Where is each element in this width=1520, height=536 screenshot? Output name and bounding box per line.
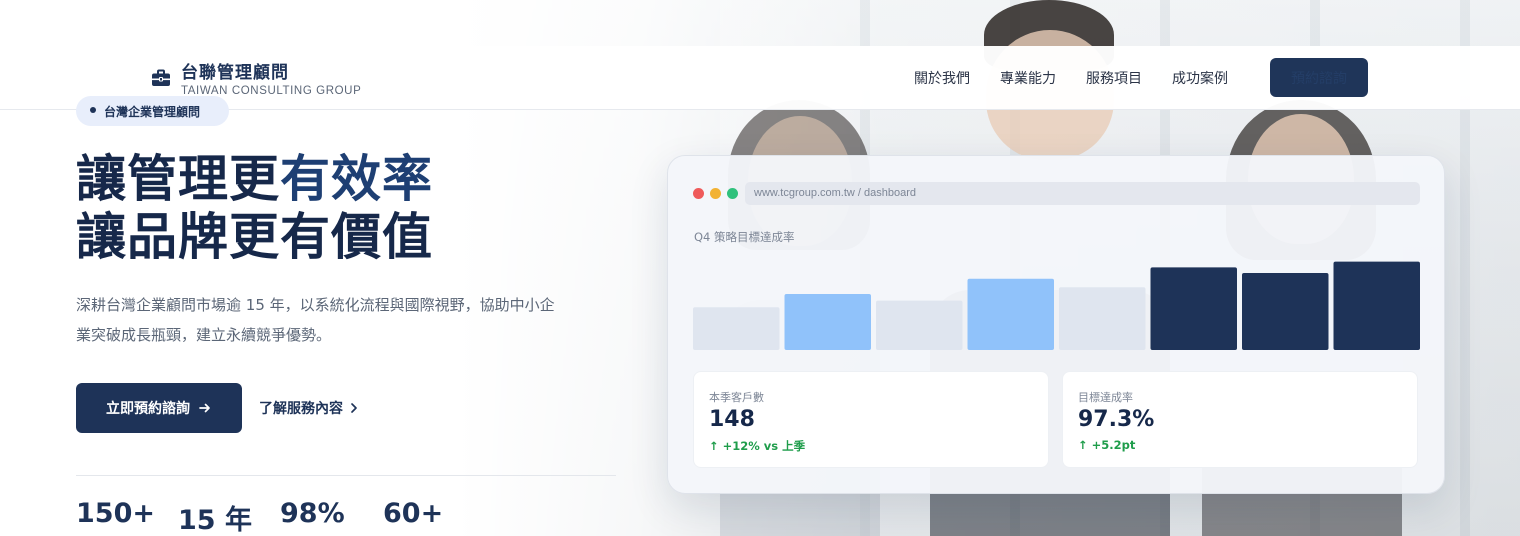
kpi-value: 97.3% [1078, 407, 1155, 432]
stat-industries: 60+ [383, 498, 444, 529]
brand-title: 台聯管理顧問 [181, 63, 289, 83]
hero-description: 深耕台灣企業顧問市場逾 15 年，以系統化流程與國際視野，協助中小企業突破成長瓶… [76, 296, 555, 344]
kpi-value: 148 [709, 407, 755, 432]
kpi-change: ↑ +5.2pt [1078, 438, 1136, 452]
headline-line-1-highlight: 有效率 [280, 150, 433, 208]
headline-line-1: 讓管理更有效率 [76, 150, 433, 208]
chart-bar-6 [1150, 267, 1237, 350]
dashboard-preview-card: www.tcgroup.com.tw / dashboard Q4 策略目標達成… [667, 155, 1445, 494]
nav-link-expertise[interactable]: 專業能力 [1000, 68, 1056, 88]
bar-chart [693, 261, 1420, 350]
nav-link-about[interactable]: 關於我們 [914, 68, 970, 88]
hero-tag-label: 台灣企業管理顧問 [104, 105, 201, 119]
window-close-dot-icon [693, 188, 704, 199]
nav-link-services[interactable]: 服務項目 [1086, 68, 1142, 88]
kpi-label: 本季客戶數 [709, 391, 764, 404]
nav-link-cases[interactable]: 成功案例 [1172, 68, 1228, 88]
learn-services-label: 了解服務內容 [259, 401, 343, 417]
kpi-change: ↑ +12% vs 上季 [709, 439, 806, 453]
nav-book-consultation-button[interactable]: 預約諮詢 [1270, 58, 1368, 97]
briefcase-icon [152, 69, 170, 86]
hero-tag-badge: 台灣企業管理顧問 [76, 96, 229, 126]
window-minimize-dot-icon [710, 188, 721, 199]
learn-services-link[interactable]: 了解服務內容 [259, 398, 359, 418]
chart-title: Q4 策略目標達成率 [694, 230, 795, 244]
hero-headline: 讓管理更有效率 讓品牌更有價值 [76, 150, 433, 266]
kpi-label: 目標達成率 [1078, 391, 1133, 404]
headline-line-2: 讓品牌更有價值 [76, 208, 433, 266]
chart-bar-1 [693, 307, 780, 350]
chevron-right-icon [351, 403, 357, 413]
stat-satisfaction: 98% [280, 498, 345, 529]
kpi-card-clients: 本季客戶數 148 ↑ +12% vs 上季 [693, 371, 1049, 468]
window-controls [693, 188, 738, 199]
chart-bar-7 [1242, 273, 1329, 350]
stats-divider [76, 475, 616, 476]
book-consultation-label: 立即預約諮詢 [106, 401, 190, 417]
tag-dot-icon [90, 107, 96, 113]
book-consultation-button[interactable]: 立即預約諮詢 [76, 383, 242, 433]
top-navbar: 台聯管理顧問 TAIWAN CONSULTING GROUP 關於我們 專業能力… [0, 46, 1520, 110]
kpi-card-achievement: 目標達成率 97.3% ↑ +5.2pt [1062, 371, 1418, 468]
stat-clients: 150+ [76, 498, 155, 529]
chart-bar-2 [784, 293, 871, 350]
window-maximize-dot-icon [727, 188, 738, 199]
chart-bar-8 [1333, 261, 1420, 350]
arrow-right-icon [199, 403, 210, 413]
chart-bar-5 [1059, 287, 1146, 350]
chart-bar-4 [967, 278, 1054, 350]
stat-years: 15 年 [178, 505, 252, 536]
url-bar: www.tcgroup.com.tw / dashboard [745, 182, 1420, 205]
headline-line-1-start: 讓管理更 [76, 150, 280, 208]
nav-links: 關於我們 專業能力 服務項目 成功案例 [914, 68, 1228, 88]
chart-bar-3 [876, 300, 963, 350]
